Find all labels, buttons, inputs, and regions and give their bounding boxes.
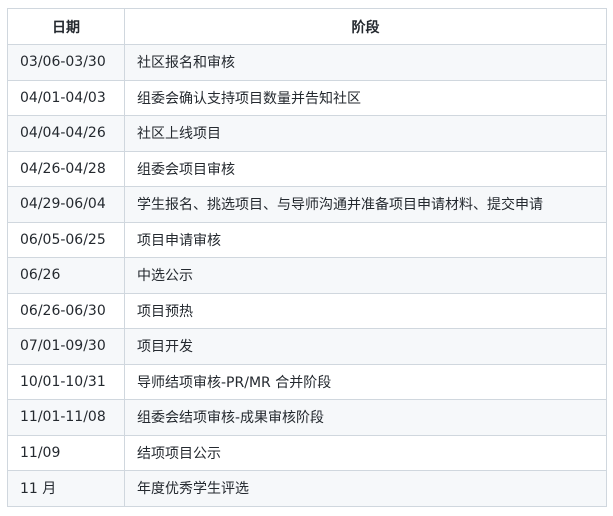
cell-stage: 结项项目公示 bbox=[124, 434, 607, 471]
table-row: 11 月 年度优秀学生评选 bbox=[7, 470, 607, 507]
table-row: 04/04-04/26 社区上线项目 bbox=[7, 115, 607, 152]
cell-date: 04/01-04/03 bbox=[7, 79, 125, 116]
cell-stage: 项目预热 bbox=[124, 292, 607, 329]
table-row: 11/09 结项项目公示 bbox=[7, 434, 607, 471]
table-row: 04/26-04/28 组委会项目审核 bbox=[7, 150, 607, 187]
table-row: 04/01-04/03 组委会确认支持项目数量并告知社区 bbox=[7, 79, 607, 116]
cell-date: 03/06-03/30 bbox=[7, 44, 125, 81]
column-header-stage: 阶段 bbox=[124, 8, 607, 45]
cell-stage: 年度优秀学生评选 bbox=[124, 470, 607, 507]
table-row: 07/01-09/30 项目开发 bbox=[7, 328, 607, 365]
cell-date: 06/26 bbox=[7, 257, 125, 294]
cell-stage: 组委会结项审核-成果审核阶段 bbox=[124, 399, 607, 436]
cell-stage: 社区上线项目 bbox=[124, 115, 607, 152]
cell-stage: 社区报名和审核 bbox=[124, 44, 607, 81]
cell-date: 06/26-06/30 bbox=[7, 292, 125, 329]
cell-date: 11 月 bbox=[7, 470, 125, 507]
table-row: 06/26-06/30 项目预热 bbox=[7, 292, 607, 329]
table-row: 10/01-10/31 导师结项审核-PR/MR 合并阶段 bbox=[7, 363, 607, 400]
cell-stage: 学生报名、挑选项目、与导师沟通并准备项目申请材料、提交申请 bbox=[124, 186, 607, 223]
cell-date: 07/01-09/30 bbox=[7, 328, 125, 365]
cell-date: 11/09 bbox=[7, 434, 125, 471]
table-row: 06/05-06/25 项目申请审核 bbox=[7, 221, 607, 258]
table-row: 06/26 中选公示 bbox=[7, 257, 607, 294]
schedule-table: 日期 阶段 03/06-03/30 社区报名和审核 04/01-04/03 组委… bbox=[7, 8, 607, 507]
cell-date: 06/05-06/25 bbox=[7, 221, 125, 258]
column-header-date: 日期 bbox=[7, 8, 125, 45]
schedule-table-container: 日期 阶段 03/06-03/30 社区报名和审核 04/01-04/03 组委… bbox=[7, 8, 607, 507]
cell-date: 10/01-10/31 bbox=[7, 363, 125, 400]
cell-date: 04/29-06/04 bbox=[7, 186, 125, 223]
cell-stage: 组委会确认支持项目数量并告知社区 bbox=[124, 79, 607, 116]
cell-stage: 中选公示 bbox=[124, 257, 607, 294]
table-row: 03/06-03/30 社区报名和审核 bbox=[7, 44, 607, 81]
cell-stage: 组委会项目审核 bbox=[124, 150, 607, 187]
cell-stage: 项目申请审核 bbox=[124, 221, 607, 258]
table-header-row: 日期 阶段 bbox=[7, 8, 607, 45]
cell-stage: 项目开发 bbox=[124, 328, 607, 365]
cell-date: 11/01-11/08 bbox=[7, 399, 125, 436]
table-row: 11/01-11/08 组委会结项审核-成果审核阶段 bbox=[7, 399, 607, 436]
table-row: 04/29-06/04 学生报名、挑选项目、与导师沟通并准备项目申请材料、提交申… bbox=[7, 186, 607, 223]
cell-stage: 导师结项审核-PR/MR 合并阶段 bbox=[124, 363, 607, 400]
cell-date: 04/04-04/26 bbox=[7, 115, 125, 152]
cell-date: 04/26-04/28 bbox=[7, 150, 125, 187]
